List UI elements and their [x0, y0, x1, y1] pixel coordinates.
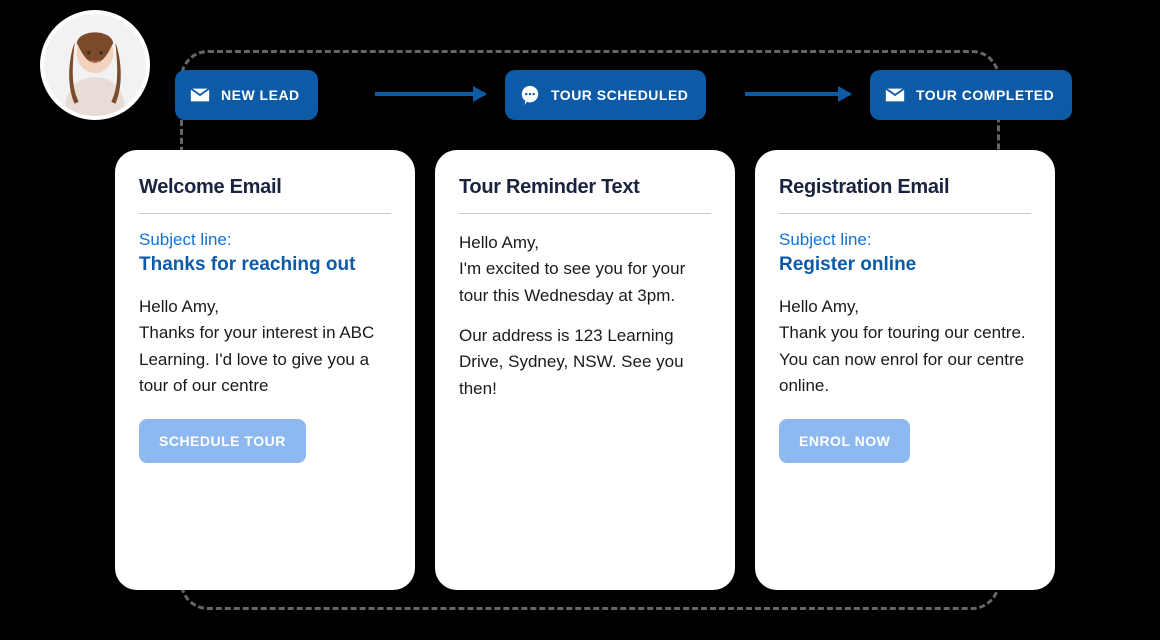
stage-tour-scheduled: TOUR SCHEDULED: [505, 70, 706, 120]
arrow-icon: [745, 92, 850, 96]
divider: [459, 213, 711, 214]
email-body: Hello Amy, Thank you for touring our cen…: [779, 294, 1031, 399]
stage-label: NEW LEAD: [221, 87, 300, 103]
mail-icon: [189, 84, 211, 106]
subject-value: Thanks for reaching out: [139, 254, 391, 276]
avatar: [40, 10, 150, 120]
arrow-icon: [375, 92, 485, 96]
mail-icon: [884, 84, 906, 106]
stage-new-lead: NEW LEAD: [175, 70, 318, 120]
text-body: Hello Amy, I'm excited to see you for yo…: [459, 230, 711, 309]
enrol-now-button[interactable]: ENROL NOW: [779, 419, 910, 463]
stage-label: TOUR COMPLETED: [916, 87, 1054, 103]
card-title: Tour Reminder Text: [459, 176, 711, 199]
divider: [139, 213, 391, 214]
card-welcome-email: Welcome Email Subject line: Thanks for r…: [115, 150, 415, 590]
card-registration-email: Registration Email Subject line: Registe…: [755, 150, 1055, 590]
email-body: Hello Amy, Thanks for your interest in A…: [139, 294, 391, 399]
divider: [779, 213, 1031, 214]
chat-icon: [519, 84, 541, 106]
card-tour-reminder: Tour Reminder Text Hello Amy, I'm excite…: [435, 150, 735, 590]
card-title: Welcome Email: [139, 176, 391, 199]
stage-tour-completed: TOUR COMPLETED: [870, 70, 1072, 120]
subject-label: Subject line:: [779, 230, 1031, 250]
schedule-tour-button[interactable]: SCHEDULE TOUR: [139, 419, 306, 463]
subject-label: Subject line:: [139, 230, 391, 250]
subject-value: Register online: [779, 254, 1031, 276]
stage-label: TOUR SCHEDULED: [551, 87, 688, 103]
text-body: Our address is 123 Learning Drive, Sydne…: [459, 323, 711, 402]
card-title: Registration Email: [779, 176, 1031, 199]
